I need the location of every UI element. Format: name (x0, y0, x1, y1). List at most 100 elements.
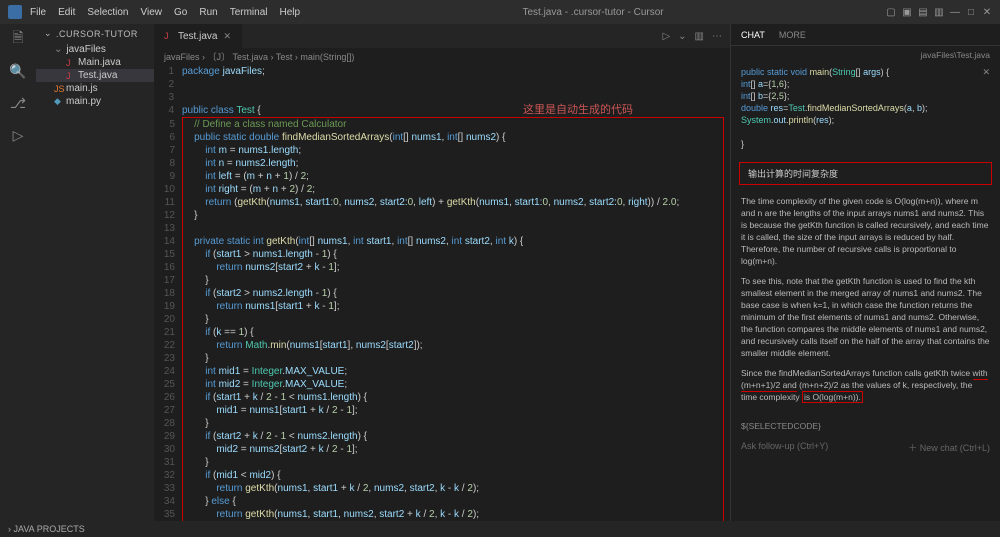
java-file-icon: J (66, 71, 74, 81)
gutter-line-number: 33 (155, 482, 183, 495)
gutter-line-number: 10 (155, 183, 183, 196)
code-line[interactable]: 7 int m = nums1.length; (183, 144, 723, 157)
run-dropdown-icon[interactable]: ⌄ (678, 31, 686, 42)
sidebar-item-main-js[interactable]: JSmain.js (36, 82, 154, 95)
code-line[interactable]: 27 mid1 = nums1[start1 + k / 2 - 1]; (183, 404, 723, 417)
code-line[interactable]: 22 return Math.min(nums1[start1], nums2[… (183, 339, 723, 352)
search-icon[interactable]: 🔍 (9, 62, 27, 80)
code-line[interactable]: 14 private static int getKth(int[] nums1… (183, 235, 723, 248)
code-line[interactable]: 35 return getKth(nums1, start1, nums2, s… (183, 508, 723, 521)
chat-input[interactable]: Ask follow-up (Ctrl+Y) (741, 441, 828, 454)
editor-pane: J Test.java ✕ ▷ ⌄ ▥ ⋯ javaFiles › 〔J〕 Te… (154, 24, 730, 521)
maximize-icon[interactable]: □ (966, 7, 976, 17)
branch-icon[interactable]: ⎇ (9, 94, 27, 112)
minimize-icon[interactable]: — (950, 7, 960, 17)
menu-selection[interactable]: Selection (87, 7, 128, 18)
split-icon[interactable]: ▥ (695, 31, 704, 42)
code-line[interactable]: 20 } (183, 313, 723, 326)
code-line[interactable]: 31 } (183, 456, 723, 469)
run-icon[interactable]: ▷ (662, 31, 670, 42)
menu-go[interactable]: Go (174, 7, 187, 18)
breadcrumb[interactable]: javaFiles › 〔J〕 Test.java › Test › main(… (154, 48, 730, 65)
chat-tab-more[interactable]: MORE (779, 30, 806, 40)
explorer-icon[interactable]: 🗎 (9, 30, 27, 48)
code-line[interactable]: 34 } else { (183, 495, 723, 508)
code-line[interactable]: 24 int mid1 = Integer.MAX_VALUE; (183, 365, 723, 378)
file-label: Test.java (78, 70, 117, 81)
gutter-line-number: 20 (155, 313, 183, 326)
gutter-line-number: 12 (155, 209, 183, 222)
code-line[interactable]: 18 if (start2 > nums2.length - 1) { (183, 287, 723, 300)
project-name: .CURSOR-TUTOR (56, 29, 138, 39)
debug-icon[interactable]: ▷ (9, 126, 27, 144)
sidebar-item-test-java[interactable]: J Test.java (36, 69, 154, 82)
gutter-line-number: 14 (155, 235, 183, 248)
code-line[interactable]: 21 if (k == 1) { (183, 326, 723, 339)
sidebar-item-main-java[interactable]: JMain.java (36, 56, 154, 69)
chevron-down-icon: ⌄ (54, 44, 62, 55)
code-line[interactable]: 9 int left = (m + n + 1) / 2; (183, 170, 723, 183)
code-line[interactable]: 28 } (183, 417, 723, 430)
chat-pane: CHAT MORE javaFiles\Test.java ✕ public s… (730, 24, 1000, 521)
layout-icon[interactable]: ▢ (886, 7, 896, 17)
layout-icon[interactable]: ▥ (934, 7, 944, 17)
close-icon[interactable]: ✕ (982, 66, 990, 78)
code-line[interactable]: 15 if (start1 > nums1.length - 1) { (183, 248, 723, 261)
folder-item[interactable]: ⌄ javaFiles (36, 43, 154, 56)
gutter-line-number: 19 (155, 300, 183, 313)
code-line[interactable]: 13 (183, 222, 723, 235)
chat-answer-paragraph: The time complexity of the given code is… (741, 195, 990, 267)
code-line[interactable]: 29 if (start2 + k / 2 - 1 < nums2.length… (183, 430, 723, 443)
layout-icon[interactable]: ▤ (918, 7, 928, 17)
code-line[interactable]: 32 if (mid1 < mid2) { (183, 469, 723, 482)
code-line[interactable]: 33 return getKth(nums1, start1 + k / 2, … (183, 482, 723, 495)
code-line[interactable]: 5 // Define a class named Calculator (183, 118, 723, 131)
chat-code-context: ✕ public static void main(String[] args)… (731, 64, 1000, 158)
code-area[interactable]: 1package javaFiles;2 3 4public class Tes… (154, 65, 730, 521)
gutter-line-number: 22 (155, 339, 183, 352)
code-line[interactable]: 1package javaFiles; (154, 65, 730, 78)
menu-help[interactable]: Help (280, 7, 301, 18)
code-line[interactable]: 4public class Test { (154, 104, 730, 117)
chat-code-line: int[] b={2,5}; (741, 90, 990, 102)
sidebar-header[interactable]: ⌄ .CURSOR-TUTOR (36, 24, 154, 43)
chat-tab-chat[interactable]: CHAT (741, 30, 765, 40)
java-projects-label[interactable]: JAVA PROJECTS (14, 524, 85, 534)
code-line[interactable]: 12 } (183, 209, 723, 222)
code-line[interactable]: 19 return nums1[start1 + k - 1]; (183, 300, 723, 313)
code-line[interactable]: 6 public static double findMedianSortedA… (183, 131, 723, 144)
menu-terminal[interactable]: Terminal (230, 7, 268, 18)
sidebar-item-main-py[interactable]: ◆main.py (36, 95, 154, 108)
tab-testjava[interactable]: J Test.java ✕ (154, 24, 242, 48)
more-icon[interactable]: ⋯ (712, 31, 722, 42)
chat-code-line (741, 126, 990, 138)
code-line[interactable]: 26 if (start1 + k / 2 - 1 < nums1.length… (183, 391, 723, 404)
gutter-line-number: 1 (154, 65, 182, 78)
code-line[interactable]: 2 (154, 78, 730, 91)
code-line[interactable]: 23 } (183, 352, 723, 365)
gutter-line-number: 15 (155, 248, 183, 261)
app-logo (8, 5, 22, 19)
chat-question: 输出计算的时间复杂度 (739, 162, 992, 185)
code-line[interactable]: 3 (154, 91, 730, 104)
gutter-line-number: 27 (155, 404, 183, 417)
layout-icon[interactable]: ▣ (902, 7, 912, 17)
menu-edit[interactable]: Edit (58, 7, 75, 18)
menu-run[interactable]: Run (199, 7, 217, 18)
code-line[interactable]: 17 } (183, 274, 723, 287)
close-icon[interactable]: ✕ (982, 7, 992, 17)
chevron-right-icon[interactable]: › (8, 524, 11, 534)
new-chat-button[interactable]: ＋ New chat (Ctrl+L) (908, 441, 990, 454)
code-line[interactable]: 25 int mid2 = Integer.MAX_VALUE; (183, 378, 723, 391)
menu-view[interactable]: View (141, 7, 163, 18)
file-label: main.py (66, 96, 101, 107)
code-line[interactable]: 10 int right = (m + n + 2) / 2; (183, 183, 723, 196)
menu-file[interactable]: File (30, 7, 46, 18)
code-line[interactable]: 11 return (getKth(nums1, start1:0, nums2… (183, 196, 723, 209)
code-line[interactable]: 30 mid2 = nums2[start2 + k / 2 - 1]; (183, 443, 723, 456)
selected-code-placeholder: ${SELECTEDCODE} (731, 417, 1000, 435)
code-line[interactable]: 16 return nums2[start2 + k - 1]; (183, 261, 723, 274)
code-line[interactable]: 8 int n = nums2.length; (183, 157, 723, 170)
gutter-line-number: 7 (155, 144, 183, 157)
close-tab-icon[interactable]: ✕ (223, 31, 231, 42)
